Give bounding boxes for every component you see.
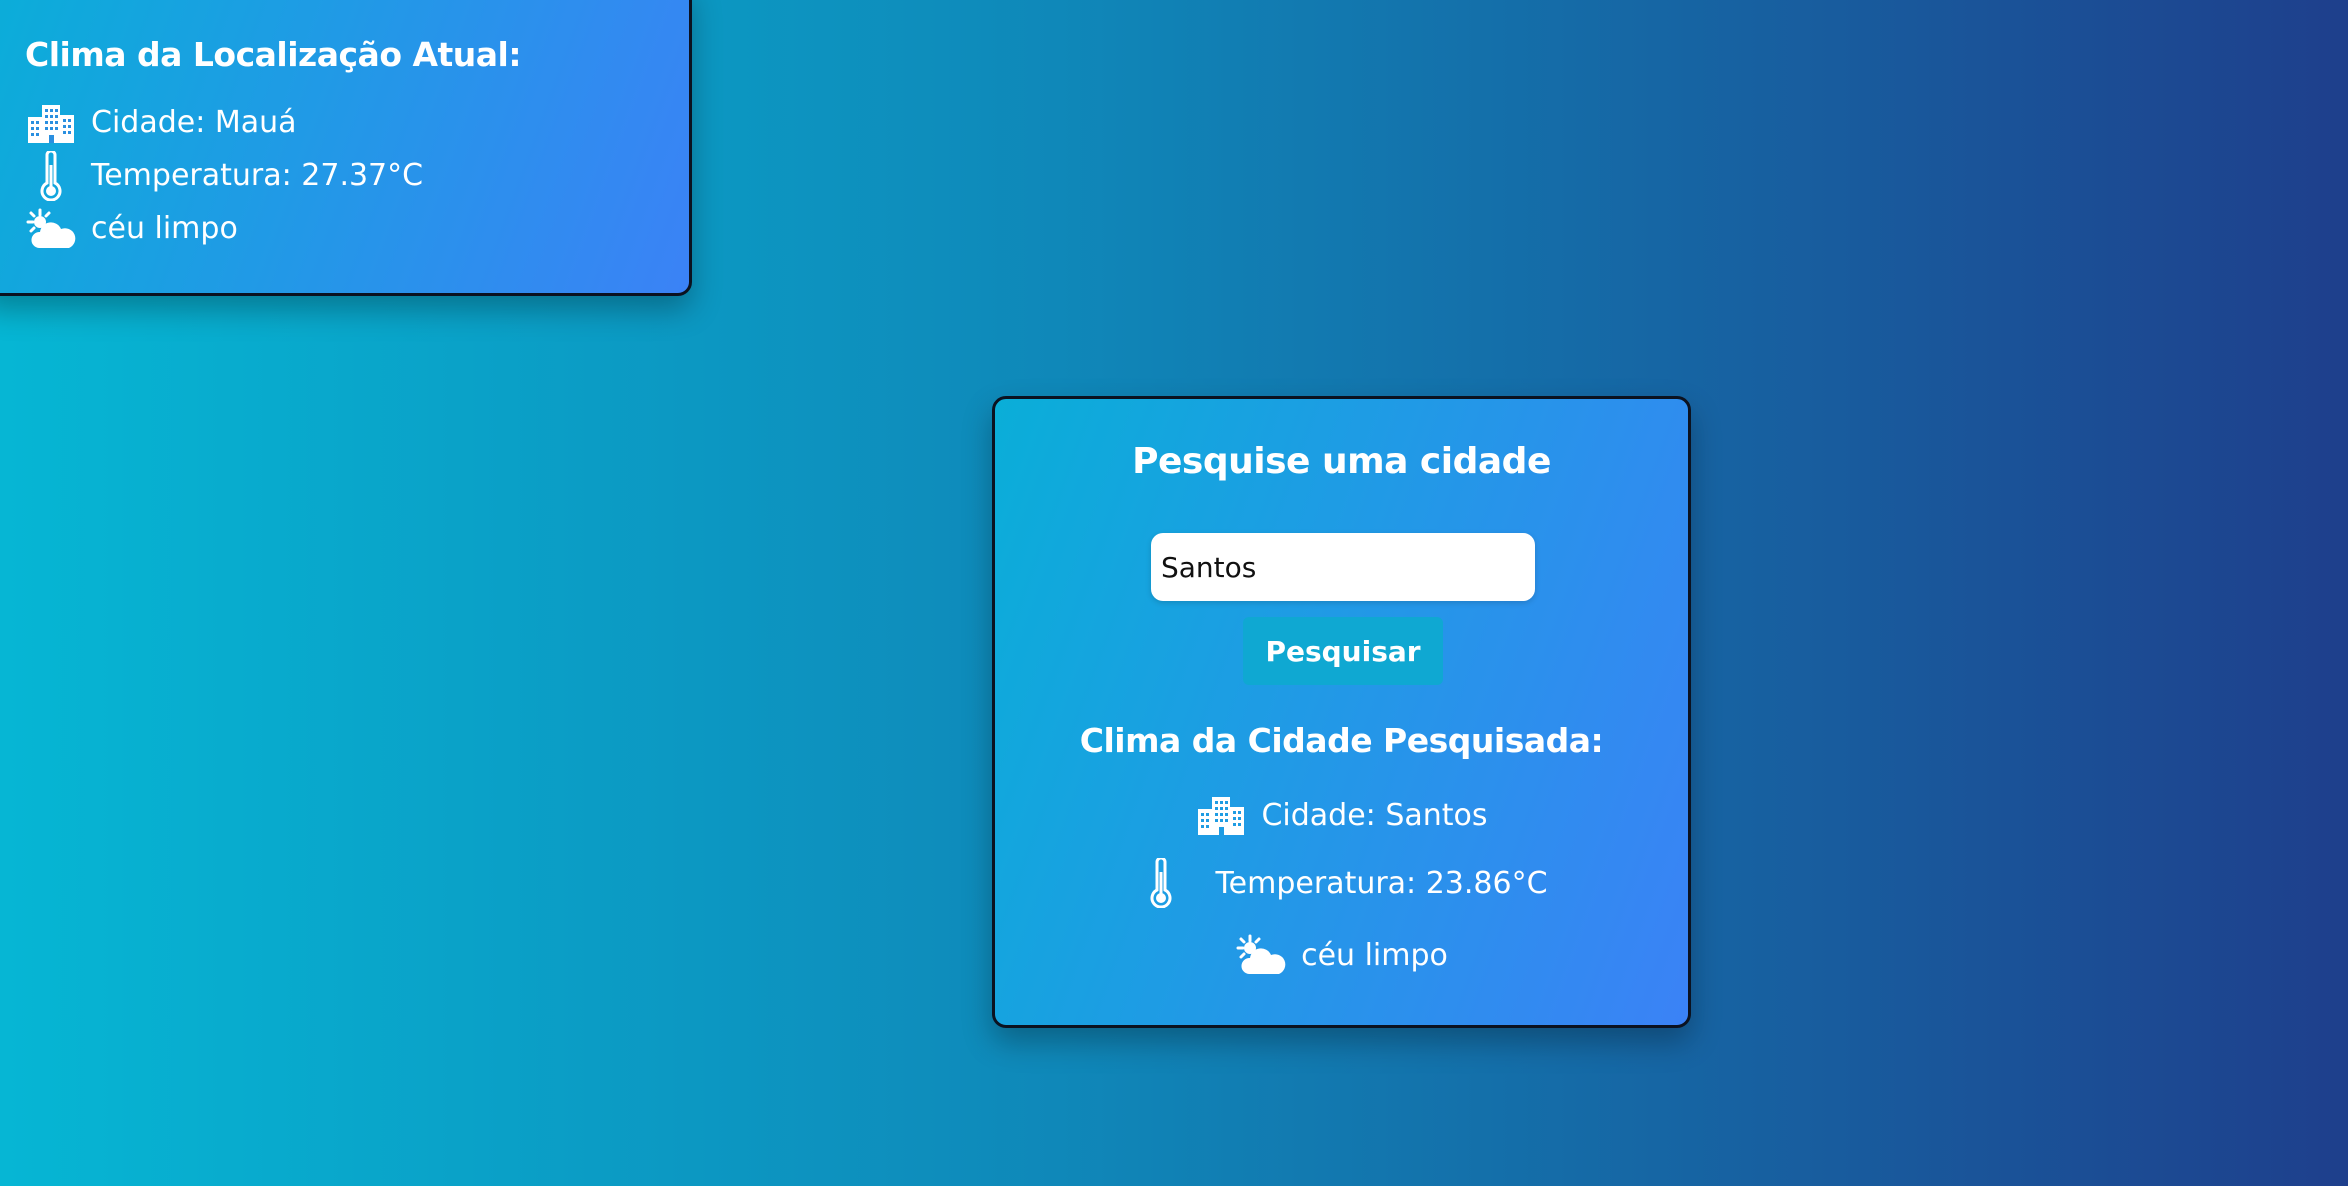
sun-cloud-icon (1235, 929, 1287, 981)
search-description-row: céu limpo (995, 929, 1688, 981)
current-city-row: Cidade: Mauá (25, 96, 689, 149)
current-location-card: Clima da Localização Atual: Cidade: Mauá… (0, 0, 692, 296)
search-heading: Pesquise uma cidade (1132, 441, 1551, 482)
current-city-text: Cidade: Mauá (91, 105, 297, 140)
city-icon (25, 100, 77, 146)
current-temperature-text: Temperatura: 27.37°C (91, 158, 424, 193)
search-city-row: Cidade: Santos (995, 789, 1688, 841)
current-temperature-row: Temperatura: 27.37°C (25, 149, 689, 202)
search-temperature-row: Temperatura: 23.86°C (995, 855, 1688, 911)
search-button[interactable]: Pesquisar (1243, 617, 1443, 685)
thermometer-icon (1135, 857, 1187, 909)
search-temperature-text: Temperatura: 23.86°C (1215, 865, 1548, 901)
search-description-text: céu limpo (1301, 937, 1448, 973)
city-icon (1195, 789, 1247, 841)
sun-cloud-icon (25, 206, 77, 252)
search-result-title: Clima da Cidade Pesquisada: (1079, 721, 1604, 760)
current-description-row: céu limpo (25, 202, 689, 255)
current-location-title: Clima da Localização Atual: (25, 35, 522, 74)
city-search-input[interactable] (1151, 533, 1535, 601)
search-card: Pesquise uma cidade Pesquisar Clima da C… (992, 396, 1691, 1028)
current-description-text: céu limpo (91, 211, 238, 246)
thermometer-icon (25, 150, 77, 201)
search-city-text: Cidade: Santos (1261, 797, 1488, 833)
